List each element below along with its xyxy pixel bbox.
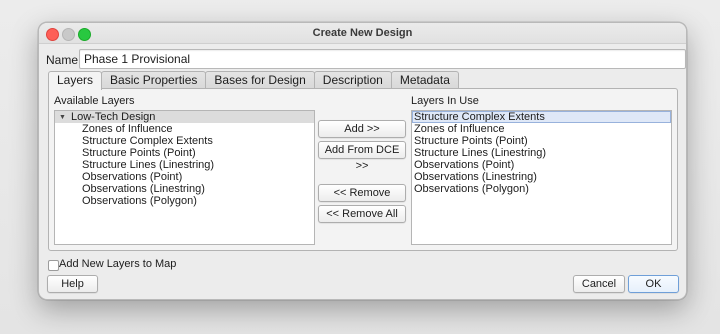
list-item[interactable]: Observations (Point) bbox=[412, 159, 671, 171]
title-bar[interactable]: Create New Design bbox=[39, 23, 686, 44]
list-item[interactable]: Observations (Polygon) bbox=[55, 195, 314, 207]
available-layers-label: Available Layers bbox=[54, 95, 135, 107]
add-to-map-label[interactable]: Add New Layers to Map bbox=[59, 258, 176, 270]
tree-group-label: Low-Tech Design bbox=[71, 111, 156, 123]
tab-layers[interactable]: Layers bbox=[48, 71, 103, 90]
tab-metadata[interactable]: Metadata bbox=[390, 71, 459, 89]
list-item[interactable]: Structure Lines (Linestring) bbox=[412, 147, 671, 159]
ok-button[interactable]: OK bbox=[628, 275, 679, 293]
tab-basic-properties[interactable]: Basic Properties bbox=[101, 71, 207, 89]
help-button[interactable]: Help bbox=[47, 275, 98, 293]
tab-description[interactable]: Description bbox=[313, 71, 392, 89]
add-to-map-checkbox[interactable] bbox=[48, 260, 59, 271]
available-layers-list[interactable]: ▼ Low-Tech Design Zones of Influence Stru… bbox=[54, 110, 315, 245]
tab-bases-for-design[interactable]: Bases for Design bbox=[205, 71, 315, 89]
list-item[interactable]: Observations (Linestring) bbox=[412, 171, 671, 183]
caret-down-icon[interactable]: ▼ bbox=[59, 112, 71, 124]
list-item-selected[interactable]: Structure Complex Extents bbox=[412, 111, 671, 123]
layers-in-use-label: Layers In Use bbox=[411, 95, 479, 107]
name-label: Name bbox=[46, 53, 79, 67]
list-item[interactable]: Observations (Polygon) bbox=[412, 183, 671, 195]
window-title: Create New Design bbox=[312, 27, 413, 39]
list-item[interactable]: Structure Points (Point) bbox=[412, 135, 671, 147]
add-button[interactable]: Add >> bbox=[318, 120, 406, 138]
create-new-design-dialog: Create New Design Name Phase 1 Provision… bbox=[38, 22, 687, 300]
list-item[interactable]: Zones of Influence bbox=[412, 123, 671, 135]
remove-all-button[interactable]: << Remove All bbox=[318, 205, 406, 223]
list-item[interactable]: Structure Points (Point) bbox=[55, 147, 314, 159]
add-from-dce-button[interactable]: Add From DCE >> bbox=[318, 141, 406, 172]
name-input[interactable]: Phase 1 Provisional bbox=[79, 49, 686, 69]
tab-bar: Layers Basic Properties Bases for Design… bbox=[48, 71, 459, 90]
tree-group-low-tech-design[interactable]: ▼ Low-Tech Design bbox=[55, 111, 314, 123]
cancel-button[interactable]: Cancel bbox=[573, 275, 625, 293]
list-item[interactable]: Observations (Point) bbox=[55, 171, 314, 183]
list-item[interactable]: Zones of Influence bbox=[55, 123, 314, 135]
remove-button[interactable]: << Remove bbox=[318, 184, 406, 202]
list-item[interactable]: Structure Complex Extents bbox=[55, 135, 314, 147]
layers-tab-panel: Available Layers ▼ Low-Tech Design Zones … bbox=[48, 88, 678, 251]
list-item[interactable]: Structure Lines (Linestring) bbox=[55, 159, 314, 171]
layers-in-use-list[interactable]: Structure Complex Extents Zones of Influ… bbox=[411, 110, 672, 245]
list-item[interactable]: Observations (Linestring) bbox=[55, 183, 314, 195]
